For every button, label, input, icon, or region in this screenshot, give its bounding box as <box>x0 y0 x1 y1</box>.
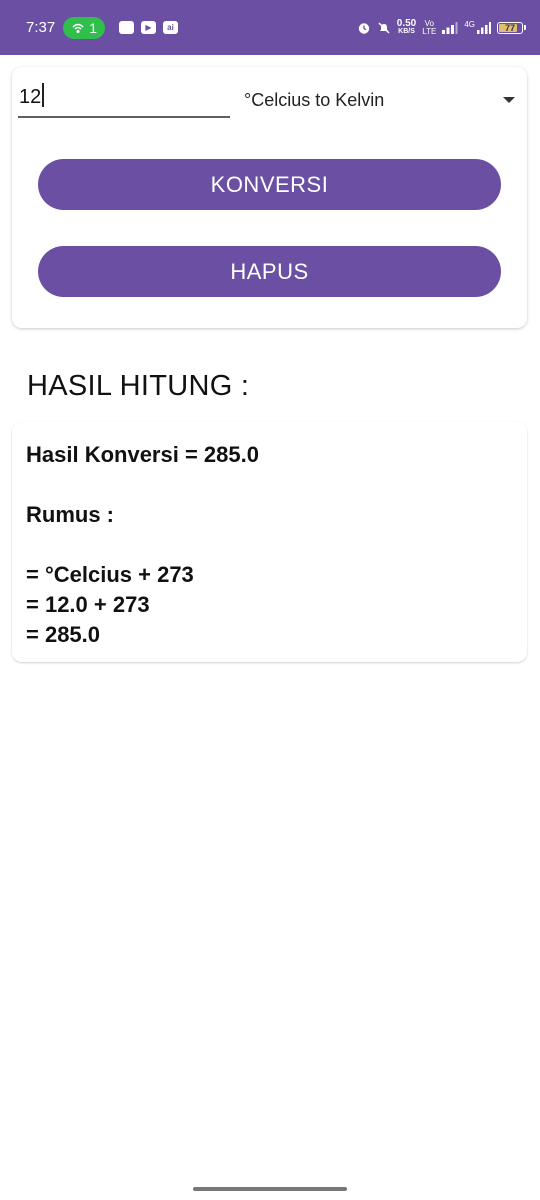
converter-card: 12 °Celcius to Kelvin KONVERSI HAPUS <box>12 67 527 328</box>
network-type: 4G <box>464 19 475 29</box>
formula-label: Rumus : <box>26 502 114 527</box>
signal-icon <box>442 21 458 34</box>
hotspot-icon <box>72 23 84 33</box>
mute-icon <box>378 21 390 34</box>
battery-indicator: 77 <box>497 21 523 34</box>
hotspot-indicator: 1 <box>63 16 105 39</box>
text-cursor <box>42 83 45 107</box>
conversion-type-dropdown[interactable]: °Celcius to Kelvin <box>244 85 515 115</box>
alarm-icon <box>358 22 369 34</box>
battery-level: 77 <box>504 22 515 33</box>
dropdown-arrow-icon[interactable] <box>503 97 515 103</box>
hapus-button[interactable]: HAPUS <box>38 246 501 297</box>
formula-line: = 12.0 + 273 <box>26 592 150 617</box>
net-speed: 0.50 KB/S <box>396 17 417 36</box>
temperature-input-value[interactable]: 12 <box>18 86 41 108</box>
status-right-group: 0.50 KB/S Vo LTE 4G 77 <box>357 17 526 36</box>
result-heading: HASIL HITUNG : <box>27 370 250 402</box>
net-speed-value: 0.50 <box>396 17 417 29</box>
result-value-line: Hasil Konversi = 285.0 <box>26 442 259 467</box>
formula-line: = 285.0 <box>26 622 101 647</box>
volte-indicator: Vo LTE <box>422 19 437 36</box>
gesture-nav-handle[interactable] <box>193 1187 347 1191</box>
youtube-icon: ▶ <box>141 21 156 34</box>
volte-bottom: LTE <box>422 26 437 36</box>
hotspot-count: 1 <box>89 19 97 36</box>
formula-line: = °Celcius + 273 <box>26 562 194 587</box>
conversion-type-selected[interactable]: °Celcius to Kelvin <box>244 90 384 111</box>
discord-icon <box>119 21 134 34</box>
signal-icon-secondary <box>477 21 491 34</box>
status-time: 7:37 <box>26 19 56 36</box>
status-bar: 7:37 1 ▶ ai 0.50 KB/S Vo LTE 4G 77 <box>0 0 540 55</box>
battery-tip <box>524 25 526 30</box>
net-speed-unit: KB/S <box>398 27 415 35</box>
ai-app-icon: ai <box>163 21 178 34</box>
result-card: Hasil Konversi = 285.0 Rumus : = °Celciu… <box>12 422 527 662</box>
temperature-input[interactable]: 12 <box>18 83 230 118</box>
konversi-button[interactable]: KONVERSI <box>38 159 501 210</box>
